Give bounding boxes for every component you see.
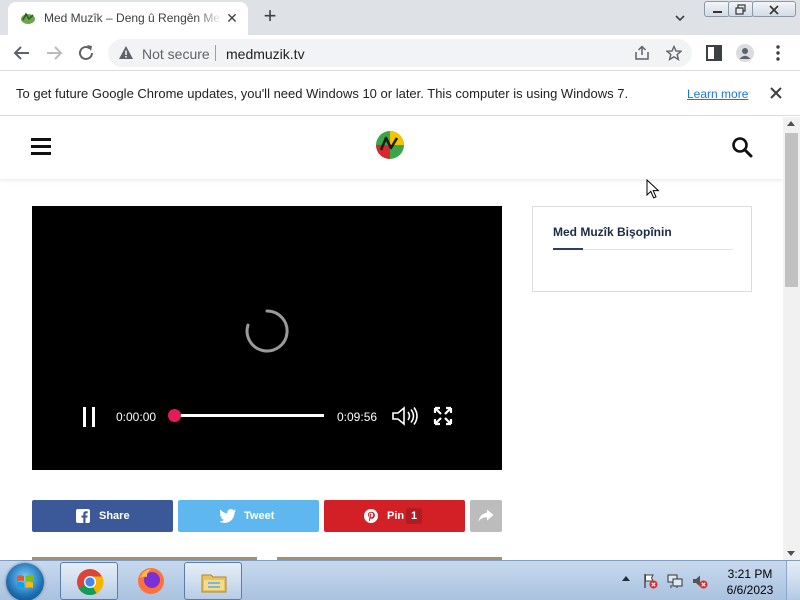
twitter-share-button[interactable]: Tweet: [178, 500, 319, 532]
learn-more-link[interactable]: Learn more: [687, 87, 748, 101]
pinterest-icon: [364, 509, 378, 523]
firefox-icon: [138, 568, 164, 594]
site-header: [0, 117, 783, 179]
tab-strip: Med Muzîk – Deng û Rengên Me ✕ +: [0, 0, 800, 35]
restore-icon: [735, 4, 746, 15]
current-time: 0:00:00: [116, 410, 157, 424]
page-viewport: 0:00:00 0:09:56 Share Tweet Pin 1 Med Mu…: [0, 117, 783, 560]
widget-accent-line: [553, 248, 583, 250]
scroll-up-arrow-icon[interactable]: [787, 121, 795, 126]
show-hidden-icons-arrow-icon[interactable]: [622, 576, 630, 581]
show-desktop-button[interactable]: [786, 561, 800, 600]
update-infobar: To get future Google Chrome updates, you…: [0, 72, 800, 116]
pinterest-share-label: Pin: [387, 510, 405, 522]
security-status-text[interactable]: Not secure: [142, 46, 210, 62]
warning-triangle-icon[interactable]: [118, 45, 134, 61]
tab-title-fade: [196, 6, 222, 28]
mouse-cursor-icon: [646, 179, 660, 199]
scrollbar-thumb[interactable]: [785, 133, 798, 287]
facebook-share-label: Share: [99, 510, 130, 522]
loading-spinner-icon: [245, 309, 289, 353]
facebook-icon: [76, 509, 90, 523]
window-minimize-button[interactable]: [704, 1, 730, 17]
sidebar-widget: Med Muzîk Bişopînin: [532, 206, 752, 292]
hamburger-menu-icon[interactable]: [31, 138, 51, 155]
start-button[interactable]: [6, 563, 44, 600]
address-divider: [215, 45, 216, 61]
forward-arrow-icon[interactable]: [42, 41, 66, 65]
windows-taskbar: 3:21 PM 6/6/2023: [0, 560, 800, 600]
facebook-share-button[interactable]: Share: [32, 500, 173, 532]
tab-close-icon[interactable]: ✕: [224, 10, 240, 26]
infobar-close-icon[interactable]: [768, 85, 784, 101]
twitter-icon: [220, 509, 236, 523]
clock-date[interactable]: 6/6/2023: [722, 583, 778, 597]
pin-count-badge: 1: [406, 508, 423, 524]
pinterest-share-button[interactable]: Pin 1: [324, 500, 465, 532]
scroll-down-arrow-icon[interactable]: [787, 551, 795, 556]
video-progress-bar[interactable]: [174, 414, 324, 417]
bookmark-star-icon[interactable]: [666, 45, 682, 61]
med-muzik-logo-icon[interactable]: [375, 130, 405, 160]
tab-search-chevron-icon[interactable]: [670, 8, 690, 28]
kebab-menu-icon[interactable]: [768, 43, 788, 63]
back-arrow-icon[interactable]: [10, 41, 34, 65]
browser-toolbar: Not secure medmuzik.tv: [0, 35, 800, 71]
window-restore-button[interactable]: [728, 1, 754, 17]
reload-icon[interactable]: [74, 41, 98, 65]
volume-muted-icon[interactable]: [692, 573, 708, 589]
page-scrollbar[interactable]: [783, 117, 800, 560]
side-panel-icon[interactable]: [704, 43, 724, 63]
url-text[interactable]: medmuzik.tv: [226, 46, 305, 62]
share-arrow-icon: [478, 509, 494, 522]
more-share-button[interactable]: [470, 500, 502, 532]
action-center-flag-icon[interactable]: [642, 573, 658, 589]
close-icon: [769, 5, 779, 15]
total-duration: 0:09:56: [337, 410, 378, 424]
med-muzik-favicon-icon: [21, 12, 35, 24]
widget-title: Med Muzîk Bişopînin: [553, 225, 672, 239]
window-close-button[interactable]: [752, 1, 796, 17]
chrome-icon: [77, 569, 104, 596]
taskbar-chrome[interactable]: [60, 562, 118, 600]
fullscreen-icon[interactable]: [433, 406, 453, 426]
twitter-share-label: Tweet: [244, 510, 275, 522]
pause-icon[interactable]: [82, 407, 98, 427]
network-icon[interactable]: [667, 573, 683, 589]
taskbar-explorer[interactable]: [184, 562, 242, 600]
new-tab-button[interactable]: +: [258, 5, 282, 29]
address-bar[interactable]: Not secure medmuzik.tv: [108, 39, 692, 67]
windows-explorer-icon: [201, 574, 227, 593]
profile-avatar-icon[interactable]: [735, 43, 755, 63]
tab-active[interactable]: Med Muzîk – Deng û Rengên Me ✕: [8, 2, 248, 35]
infobar-message: To get future Google Chrome updates, you…: [16, 86, 629, 101]
taskbar-firefox[interactable]: [122, 562, 180, 600]
tab-title: Med Muzîk – Deng û Rengên Me: [44, 11, 220, 25]
progress-handle[interactable]: [167, 409, 181, 422]
volume-icon[interactable]: [391, 406, 419, 426]
video-player[interactable]: 0:00:00 0:09:56: [32, 206, 502, 470]
windows-logo-icon: [17, 575, 33, 588]
share-page-icon[interactable]: [634, 45, 650, 61]
clock-time[interactable]: 3:21 PM: [722, 567, 778, 581]
search-icon[interactable]: [731, 136, 753, 158]
